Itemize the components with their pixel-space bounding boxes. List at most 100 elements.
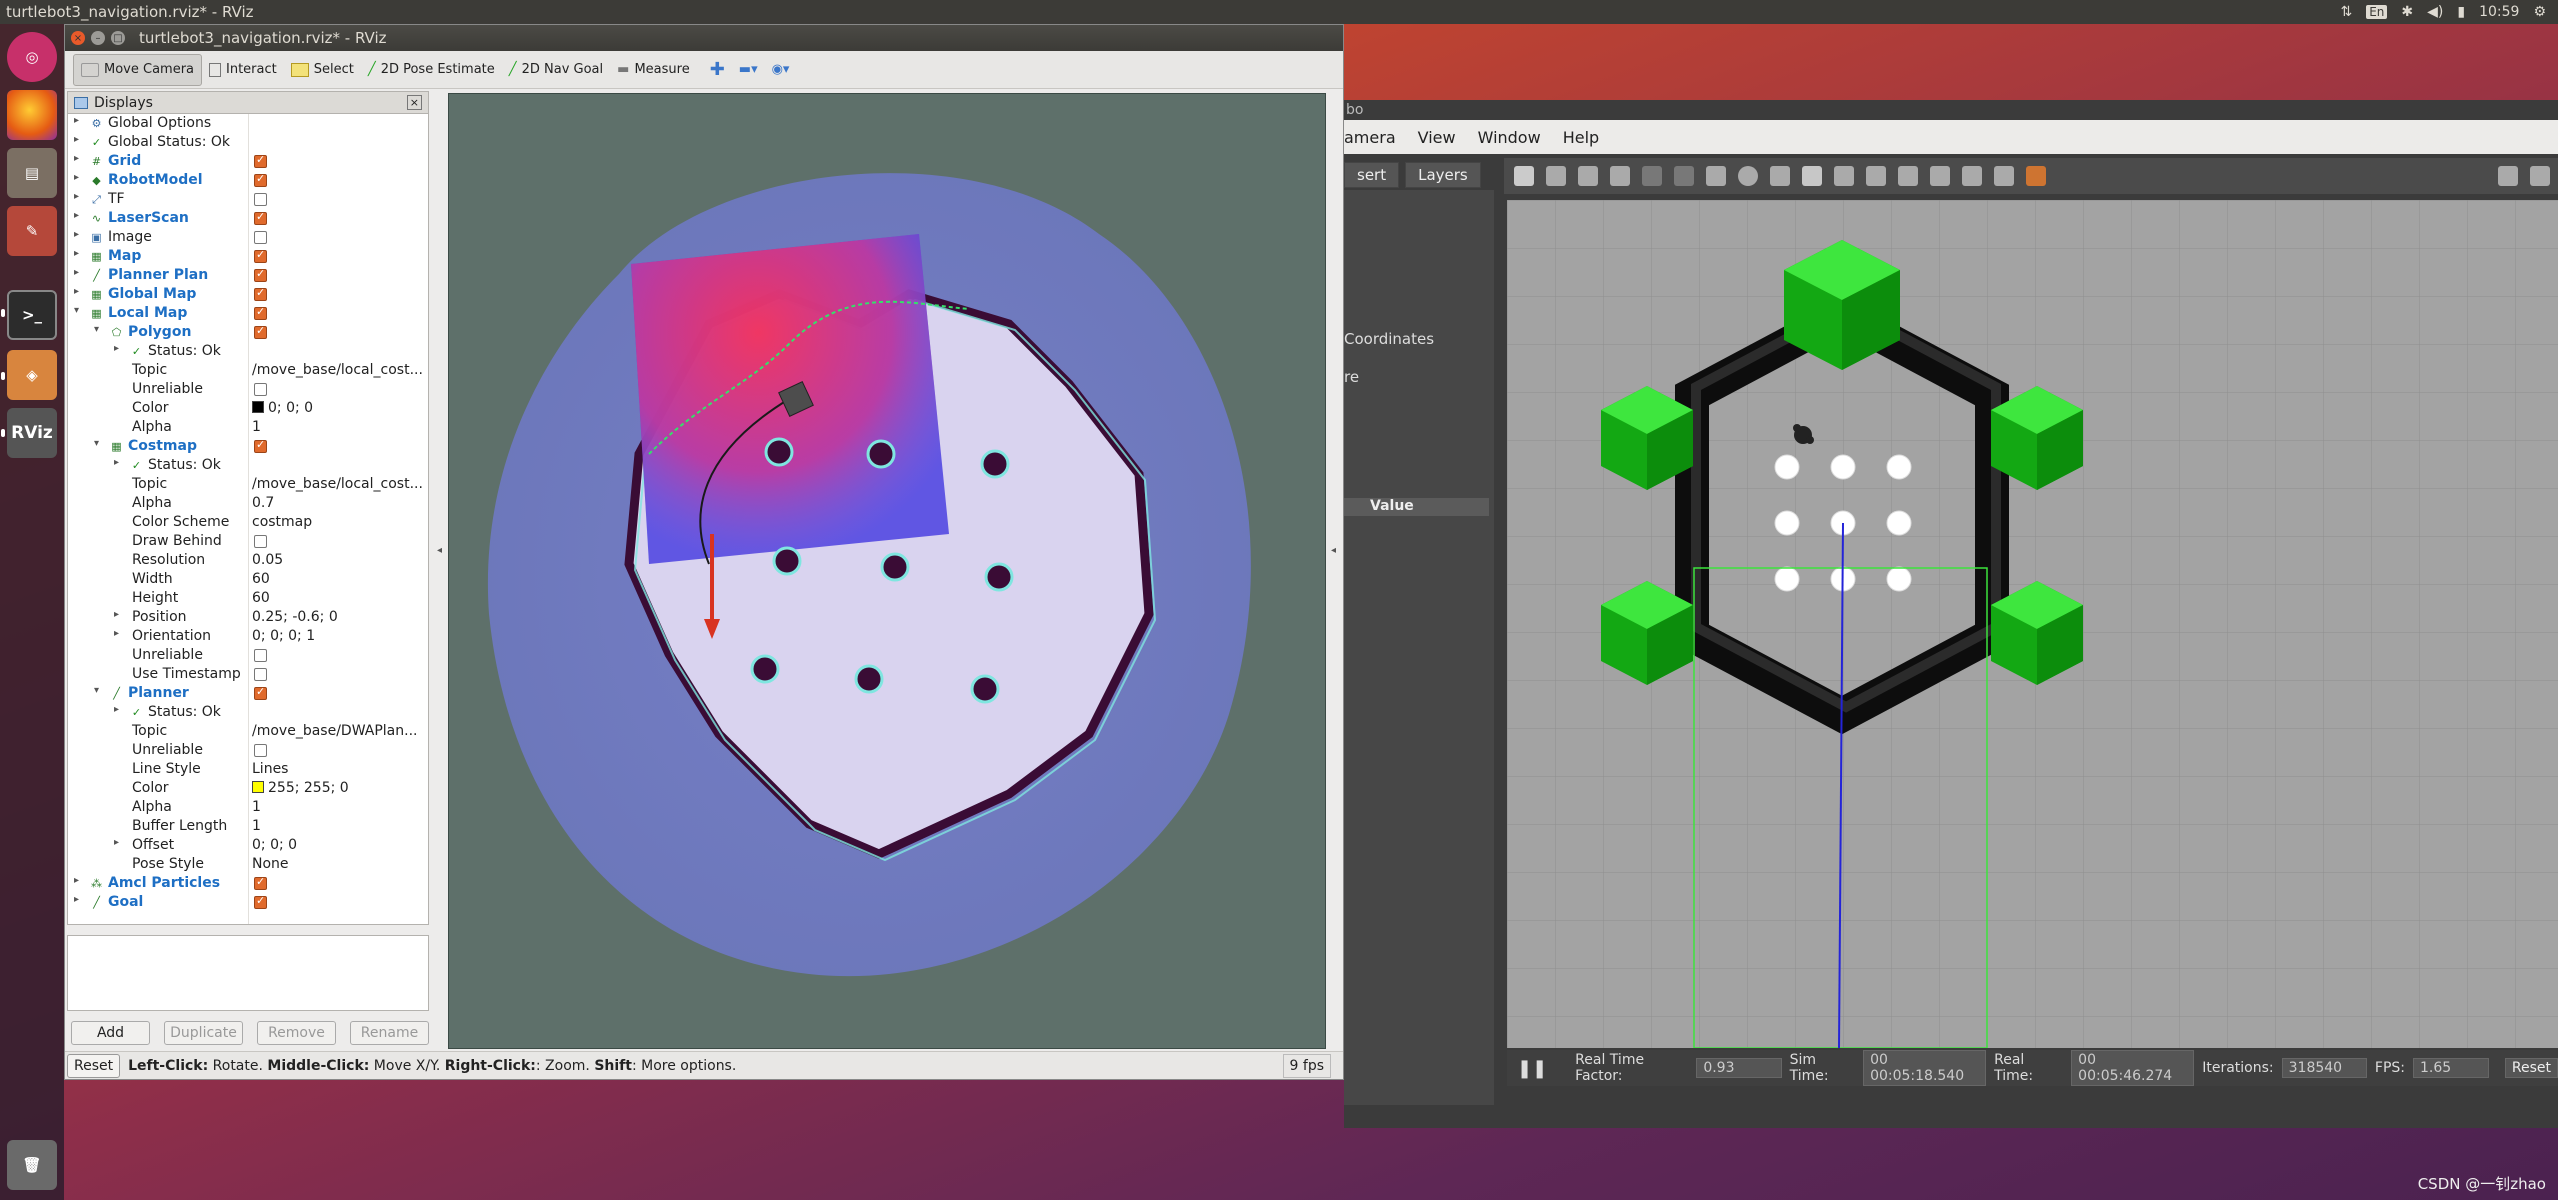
undo-icon[interactable] xyxy=(1642,166,1662,186)
property-value[interactable]: /move_base/DWAPlan... xyxy=(252,722,424,741)
select-tool[interactable]: Select xyxy=(284,54,361,86)
enable-checkbox[interactable] xyxy=(254,744,267,757)
display-tree-row[interactable]: Unreliable xyxy=(68,380,428,399)
display-tree-row[interactable]: ▸ ╱ Planner Plan xyxy=(68,266,428,285)
interact-tool[interactable]: Interact xyxy=(202,54,284,86)
files-icon[interactable]: ▤ xyxy=(7,148,57,198)
expand-arrow-icon[interactable]: ▸ xyxy=(114,609,119,620)
display-tree-row[interactable]: ▾ ╱ Planner xyxy=(68,684,428,703)
expand-arrow-icon[interactable]: ▸ xyxy=(114,837,119,848)
property-value[interactable]: 1 xyxy=(252,817,424,836)
property-value[interactable]: 1 xyxy=(252,798,424,817)
expand-arrow-icon[interactable]: ▾ xyxy=(94,324,99,335)
expand-arrow-icon[interactable]: ▸ xyxy=(74,115,79,126)
displays-tree[interactable]: ▸ ⚙ Global Options ▸ ✓ Global Status: Ok ▸ # Gri… xyxy=(68,114,428,912)
gazebo-icon[interactable]: ◈ xyxy=(7,350,57,400)
display-tree-row[interactable]: ▸ Orientation 0; 0; 0; 1 xyxy=(68,627,428,646)
display-tree-row[interactable]: ▸ ▣ Image xyxy=(68,228,428,247)
gazebo-reset-button[interactable]: Reset xyxy=(2504,1058,2558,1078)
remove-tool-icon[interactable]: ▬▾ xyxy=(732,54,765,86)
rename-button[interactable]: Rename xyxy=(350,1021,429,1045)
display-tree-row[interactable]: ▸ ⚙ Global Options xyxy=(68,114,428,133)
display-tree-row[interactable]: ▸ Offset 0; 0; 0 xyxy=(68,836,428,855)
expand-arrow-icon[interactable]: ▸ xyxy=(74,229,79,240)
display-tree-row[interactable]: Alpha 1 xyxy=(68,418,428,437)
rotate-icon[interactable] xyxy=(1578,166,1598,186)
expand-arrow-icon[interactable]: ▸ xyxy=(74,191,79,202)
expand-arrow-icon[interactable]: ▸ xyxy=(114,457,119,468)
tab-insert[interactable]: sert xyxy=(1344,162,1400,188)
property-value[interactable]: 1 xyxy=(252,418,424,437)
volume-icon[interactable]: ◀) xyxy=(2427,4,2443,20)
remove-button[interactable]: Remove xyxy=(257,1021,336,1045)
rviz-icon[interactable]: RViz xyxy=(7,408,57,458)
minimize-icon[interactable]: – xyxy=(91,31,105,45)
display-tree-row[interactable]: ▸ ∿ LaserScan xyxy=(68,209,428,228)
display-tree-row[interactable]: ▸ ▦ Global Map xyxy=(68,285,428,304)
directional-light-icon[interactable] xyxy=(1866,166,1886,186)
enable-checkbox[interactable] xyxy=(254,153,267,168)
splitter-handle[interactable]: ◂ xyxy=(1331,545,1336,556)
enable-checkbox[interactable] xyxy=(254,305,267,320)
splitter-handle[interactable]: ◂ xyxy=(437,545,442,556)
enable-checkbox[interactable] xyxy=(254,324,267,339)
property-value[interactable]: 255; 255; 0 xyxy=(252,779,424,798)
display-tree-row[interactable]: Unreliable xyxy=(68,646,428,665)
display-tree-row[interactable]: ▸ ✓ Status: Ok xyxy=(68,456,428,475)
display-tree-row[interactable]: Topic/move_base/local_cost... xyxy=(68,361,428,380)
display-tree-row[interactable]: ▸ ✓ Status: Ok xyxy=(68,703,428,722)
display-tree-row[interactable]: Resolution 0.05 xyxy=(68,551,428,570)
reset-button[interactable]: Reset xyxy=(67,1053,121,1078)
property-value[interactable]: /move_base/local_cost... xyxy=(252,361,424,380)
menu-view[interactable]: View xyxy=(1418,128,1456,147)
display-tree-row[interactable]: ▸ ✓ Status: Ok xyxy=(68,342,428,361)
enable-checkbox[interactable] xyxy=(254,286,267,301)
power-icon[interactable]: ⚙ xyxy=(2533,4,2546,20)
rviz-titlebar[interactable]: × – □ turtlebot3_navigation.rviz* - RViz xyxy=(65,25,1343,51)
display-tree-row[interactable]: ▸ ✓ Global Status: Ok xyxy=(68,133,428,152)
keyboard-layout-indicator[interactable]: En xyxy=(2366,5,2388,19)
display-tree-row[interactable]: ▸ ╱ Goal xyxy=(68,893,428,912)
firefox-icon[interactable] xyxy=(7,90,57,140)
2d-nav-goal-tool[interactable]: ╱ 2D Nav Goal xyxy=(502,54,610,86)
display-tree-row[interactable]: Height 60 xyxy=(68,589,428,608)
maximize-icon[interactable]: □ xyxy=(111,31,125,45)
menu-camera[interactable]: amera xyxy=(1344,128,1396,147)
display-tree-row[interactable]: Pose Style None xyxy=(68,855,428,874)
expand-arrow-icon[interactable]: ▸ xyxy=(74,286,79,297)
menu-help[interactable]: Help xyxy=(1563,128,1599,147)
display-tree-row[interactable]: Topic/move_base/DWAPlan... xyxy=(68,722,428,741)
expand-arrow-icon[interactable]: ▸ xyxy=(74,210,79,221)
expand-arrow-icon[interactable]: ▸ xyxy=(74,267,79,278)
expand-arrow-icon[interactable]: ▾ xyxy=(94,685,99,696)
record-icon[interactable] xyxy=(2530,166,2550,186)
property-value[interactable]: costmap xyxy=(252,513,424,532)
select-mode-icon[interactable] xyxy=(1514,166,1534,186)
cylinder-icon[interactable] xyxy=(1770,166,1790,186)
expand-arrow-icon[interactable]: ▸ xyxy=(114,343,119,354)
tree-item-coordinates[interactable]: Coordinates xyxy=(1344,330,1434,348)
expand-arrow-icon[interactable]: ▸ xyxy=(114,704,119,715)
paste-icon[interactable] xyxy=(1930,166,1950,186)
box-icon[interactable] xyxy=(1706,166,1726,186)
display-tree-row[interactable]: ▸ ▦ Map xyxy=(68,247,428,266)
view-options-icon[interactable]: ◉▾ xyxy=(765,54,797,86)
view-angle-icon[interactable] xyxy=(2026,166,2046,186)
display-tree-row[interactable]: Line Style Lines xyxy=(68,760,428,779)
terminal-icon[interactable]: >_ xyxy=(7,290,57,340)
enable-checkbox[interactable] xyxy=(254,267,267,282)
copy-icon[interactable] xyxy=(1898,166,1918,186)
add-button[interactable]: Add xyxy=(71,1021,150,1045)
property-value[interactable]: 0.05 xyxy=(252,551,424,570)
rviz-3d-view[interactable] xyxy=(448,93,1326,1049)
display-tree-row[interactable]: ▸ Position 0.25; -0.6; 0 xyxy=(68,608,428,627)
display-tree-row[interactable]: Width 60 xyxy=(68,570,428,589)
enable-checkbox[interactable] xyxy=(254,685,267,700)
property-value[interactable]: 0; 0; 0; 1 xyxy=(252,627,424,646)
property-value[interactable]: None xyxy=(252,855,424,874)
property-value[interactable]: 60 xyxy=(252,589,424,608)
enable-checkbox[interactable] xyxy=(254,193,267,206)
expand-arrow-icon[interactable]: ▸ xyxy=(74,248,79,259)
settings-icon[interactable]: ✎ xyxy=(7,206,57,256)
ubuntu-dash-icon[interactable]: ◎ xyxy=(7,32,57,82)
